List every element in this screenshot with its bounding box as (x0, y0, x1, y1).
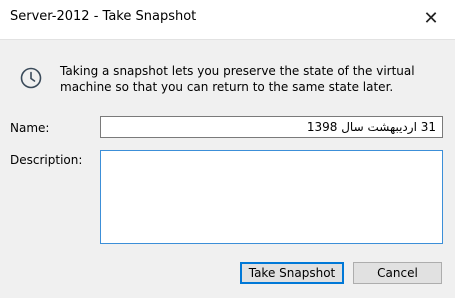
cancel-button[interactable]: Cancel (353, 262, 442, 284)
name-label: Name: (10, 121, 50, 135)
clock-icon (20, 67, 42, 89)
close-icon[interactable]: ✕ (415, 3, 447, 33)
description-label: Description: (10, 153, 83, 167)
description-field[interactable] (100, 150, 443, 244)
name-field[interactable]: 31 اردیبهشت سال 1398 (100, 116, 443, 138)
title-bar: Server-2012 - Take Snapshot ✕ (0, 0, 455, 38)
info-text: Taking a snapshot lets you preserve the … (60, 64, 415, 94)
window-title: Server-2012 - Take Snapshot (10, 9, 197, 24)
dialog-body: Taking a snapshot lets you preserve the … (0, 39, 455, 298)
take-snapshot-button[interactable]: Take Snapshot (240, 262, 344, 284)
